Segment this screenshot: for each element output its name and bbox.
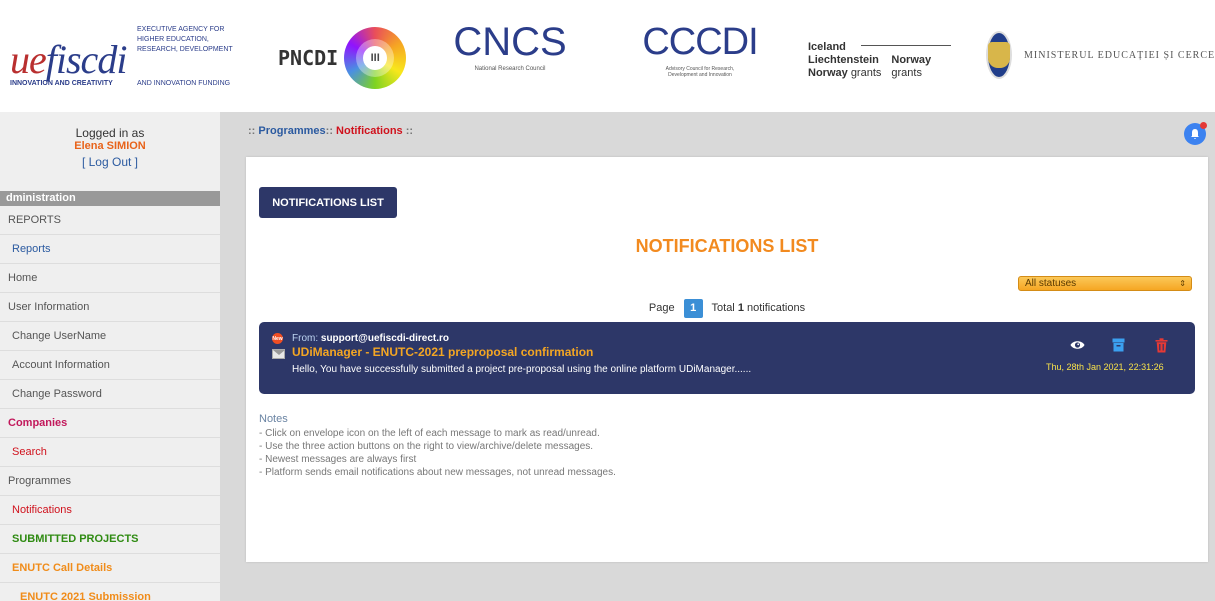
new-badge-icon: New [272,333,283,344]
notification-bell-icon[interactable] [1184,122,1207,145]
cncs-logo[interactable]: CNCS National Research Council [453,22,566,72]
sidebar-item-search[interactable]: Search [0,438,220,467]
sidebar-item-enutc-call-details[interactable]: ENUTC Call Details [0,554,220,583]
uefiscdi-wordmark: uefiscdi [10,37,127,82]
sidebar-item-reports: REPORTS [0,206,220,235]
skyline-icon [861,26,951,46]
sidebar-item-notifications[interactable]: Notifications [0,496,220,525]
message-from: From: support@uefiscdi-direct.ro [292,333,449,344]
uefiscdi-logo[interactable]: uefiscdi INNOVATION AND CREATIVITY EXECU… [10,20,250,100]
archive-icon[interactable] [1110,337,1126,353]
status-filter-select[interactable]: All statuses ⇕ [1018,276,1192,291]
notes-section: Notes - Click on envelope icon on the le… [259,413,616,479]
notes-title: Notes [259,413,288,425]
sidebar-item-account-information[interactable]: Account Information [0,351,220,380]
sidebar-item-programmes: Programmes [0,467,220,496]
uefiscdi-agency-last: AND INNOVATION FUNDING [137,80,231,87]
note-line: - Use the three action buttons on the ri… [259,441,594,452]
sidebar-item-enutc-2021-submission[interactable]: ENUTC 2021 Submission [0,583,220,601]
pncdi-burst-icon: III [344,27,407,89]
notifications-list-tab[interactable]: NOTIFICATIONS LIST [259,187,397,218]
note-line: - Newest messages are always first [259,454,417,465]
page-number-button[interactable]: 1 [683,299,703,318]
breadcrumb-programmes[interactable]: Programmes [258,125,325,137]
breadcrumb: :: Programmes:: Notifications :: [248,125,414,137]
notification-item[interactable]: New From: support@uefiscdi-direct.ro UDi… [259,322,1195,394]
note-line: - Click on envelope icon on the left of … [259,428,600,439]
trash-icon[interactable] [1153,337,1169,353]
message-subject[interactable]: UDiManager - ENUTC-2021 preproposal conf… [292,345,593,359]
sidebar-item-home[interactable]: Home [0,264,220,293]
cccdi-logo[interactable]: CCCDI Advisory Council for Research, Dev… [640,22,760,78]
login-box: Logged in as Elena SIMION [ Log Out ] [0,112,220,191]
user-name: Elena SIMION [74,140,146,152]
uefiscdi-tagline: INNOVATION AND CREATIVITY [10,80,113,87]
uefiscdi-agency-name: EXECUTIVE AGENCY FOR HIGHER EDUCATION, R… [137,26,233,53]
main-panel: NOTIFICATIONS LIST NOTIFICATIONS LIST Al… [246,157,1208,562]
message-date: Thu, 28th Jan 2021, 22:31:26 [1046,362,1164,372]
sidebar-item-reports[interactable]: Reports [0,235,220,264]
envelope-icon[interactable] [272,349,285,359]
sidebar-item-user-information: User Information [0,293,220,322]
breadcrumb-current: Notifications [336,125,403,137]
page-title: NOTIFICATIONS LIST [635,236,819,256]
sidebar-item-companies[interactable]: Companies [0,409,220,438]
coat-of-arms-icon [986,31,1012,79]
sidebar: Logged in as Elena SIMION [ Log Out ] dm… [0,112,220,601]
message-preview: Hello, You have successfully submitted a… [292,364,752,375]
note-line: - Platform sends email notifications abo… [259,467,616,478]
sidebar-section-administration: dministration [0,191,220,206]
ministry-logo[interactable]: Ministerul Educației și Cercetă [986,30,1215,80]
unread-dot [1200,122,1207,129]
header-banner: uefiscdi INNOVATION AND CREATIVITY EXECU… [0,0,1215,112]
pncdi-logo[interactable]: PNCDI III [278,27,407,89]
view-eye-icon[interactable] [1069,337,1085,353]
norway-grants-logo[interactable]: Iceland Liechtenstein Norway grants Norw… [808,32,958,88]
sidebar-item-change-password[interactable]: Change Password [0,380,220,409]
sidebar-item-submitted-projects[interactable]: SUBMITTED PROJECTS [0,525,220,554]
sidebar-item-change-username[interactable]: Change UserName [0,322,220,351]
pager: Page 1 Total 1 notifications [246,299,1208,318]
chevron-updown-icon: ⇕ [1179,279,1186,288]
message-actions [1065,337,1175,355]
logout-link[interactable]: [ Log Out ] [0,155,220,169]
